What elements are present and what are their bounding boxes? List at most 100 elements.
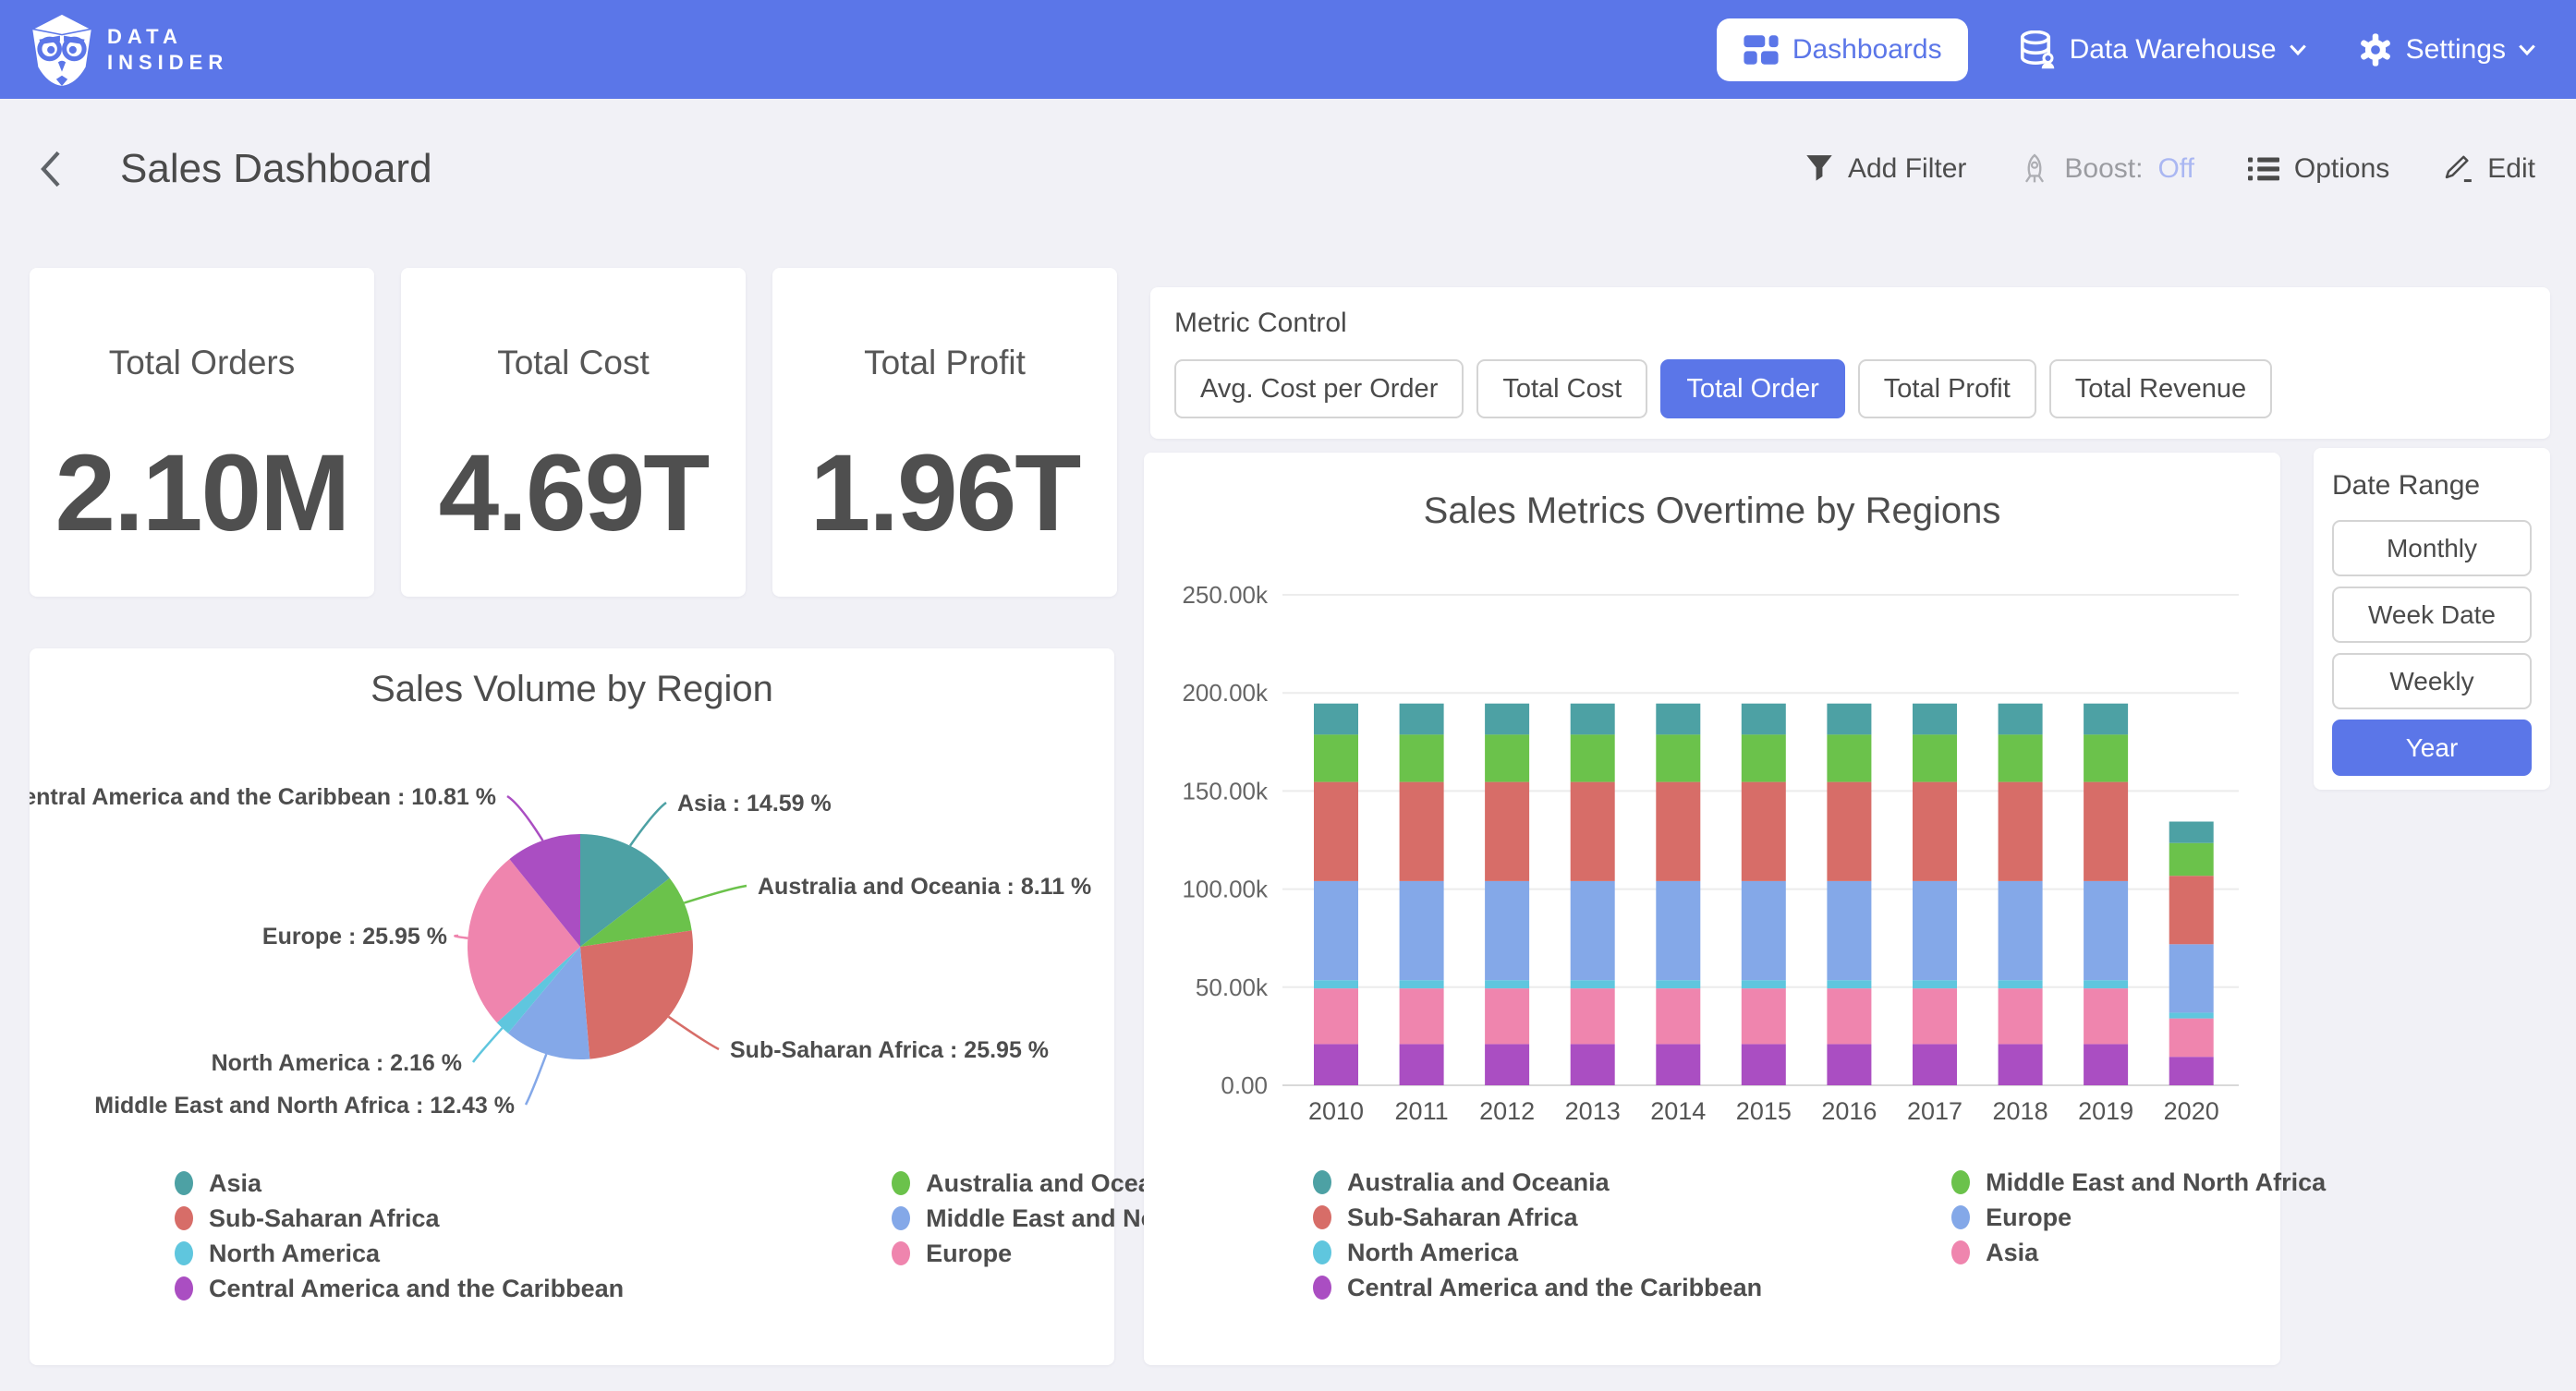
- date-range-label: Date Range: [2332, 470, 2532, 502]
- add-filter-button[interactable]: Add Filter: [1805, 153, 1966, 185]
- legend-column: Australia and Oceania Sub-Saharan AfricaN…: [1313, 1165, 1762, 1305]
- date-range-monthly[interactable]: Monthly: [2332, 520, 2532, 576]
- date-range-buttons: Monthly Week Date Weekly Year: [2332, 520, 2532, 776]
- nav-settings-label: Settings: [2406, 34, 2506, 66]
- date-range-year[interactable]: Year: [2332, 720, 2532, 776]
- legend-item[interactable]: Europe: [1951, 1200, 2326, 1235]
- x-axis-tick: 2015: [1736, 1097, 1792, 1125]
- x-axis-tick: 2012: [1479, 1097, 1535, 1125]
- nav-data-warehouse[interactable]: Data Warehouse: [2020, 30, 2306, 69]
- bar-segment: [2084, 782, 2128, 881]
- bar-segment: [1314, 881, 1358, 980]
- legend-item[interactable]: Middle East and North Africa: [1951, 1165, 2326, 1200]
- legend-dot: [175, 1171, 193, 1195]
- options-label: Options: [2294, 153, 2389, 185]
- metric-button-avg-cost-per-order[interactable]: Avg. Cost per Order: [1174, 359, 1464, 418]
- gear-icon: [2358, 32, 2393, 67]
- bar-segment: [1571, 704, 1615, 735]
- nav-dashboards[interactable]: Dashboards: [1717, 18, 1968, 81]
- x-axis-tick: 2019: [2078, 1097, 2133, 1125]
- legend-dot: [175, 1241, 193, 1265]
- pie-label-line: [684, 886, 747, 903]
- metric-button-total-profit[interactable]: Total Profit: [1858, 359, 2036, 418]
- bar-segment: [1656, 881, 1700, 980]
- app-logo[interactable]: DATA INSIDER: [31, 13, 228, 87]
- legend-dot: [1313, 1240, 1331, 1264]
- legend-item[interactable]: North America: [175, 1236, 624, 1271]
- pie-slice-label: North America : 2.16 %: [212, 1050, 462, 1076]
- legend-dot: [892, 1171, 910, 1195]
- x-axis-tick: 2013: [1565, 1097, 1621, 1125]
- boost-label: Boost:: [2064, 153, 2143, 185]
- legend-dot: [892, 1206, 910, 1230]
- bar-segment: [1400, 782, 1444, 881]
- legend-label: Central America and the Caribbean: [1347, 1274, 1762, 1302]
- legend-label: Australia and Oceania: [1347, 1168, 1610, 1197]
- date-range-week-date[interactable]: Week Date: [2332, 587, 2532, 643]
- bar-segment: [1913, 988, 1957, 1044]
- bar-segment: [1485, 988, 1529, 1044]
- y-axis-tick: 50.00k: [1196, 974, 1269, 1001]
- bar-chart: 0.0050.00k100.00k150.00k200.00k250.00k20…: [1144, 453, 2280, 1141]
- legend-item[interactable]: Asia: [1951, 1235, 2326, 1270]
- metric-button-total-cost[interactable]: Total Cost: [1476, 359, 1647, 418]
- pie-slice-label: Middle East and North Africa : 12.43 %: [94, 1093, 515, 1119]
- bar-segment: [2169, 1057, 2214, 1085]
- edit-label: Edit: [2487, 153, 2535, 185]
- bar-segment: [1571, 1044, 1615, 1085]
- legend-dot: [1951, 1205, 1970, 1229]
- bar-segment: [1999, 881, 2043, 980]
- options-list-icon: [2248, 156, 2279, 182]
- legend-item[interactable]: Asia: [175, 1166, 624, 1201]
- back-button[interactable]: [37, 150, 65, 188]
- bar-segment: [1913, 881, 1957, 980]
- legend-item[interactable]: North America: [1313, 1235, 1762, 1270]
- bar-segment: [1913, 1044, 1957, 1085]
- legend-item[interactable]: Australia and Oceania: [1313, 1165, 1762, 1200]
- bar-segment: [1827, 980, 1871, 988]
- legend-item[interactable]: Sub-Saharan Africa: [175, 1201, 624, 1236]
- bar-segment: [1571, 988, 1615, 1044]
- bar-segment: [1827, 1044, 1871, 1085]
- bar-segment: [1742, 881, 1786, 980]
- kpi-label: Total Cost: [401, 344, 746, 382]
- metric-control-buttons: Avg. Cost per Order Total Cost Total Ord…: [1174, 359, 2526, 418]
- bar-segment: [2169, 876, 2214, 944]
- kpi-value: 1.96T: [772, 430, 1117, 556]
- metric-button-total-order[interactable]: Total Order: [1660, 359, 1844, 418]
- bar-segment: [1742, 1044, 1786, 1085]
- bar-segment: [1571, 980, 1615, 988]
- bar-segment: [2169, 822, 2214, 843]
- legend-item[interactable]: Sub-Saharan Africa: [1313, 1200, 1762, 1235]
- edit-button[interactable]: Edit: [2443, 153, 2535, 185]
- legend-item[interactable]: Central America and the Caribbean: [175, 1271, 624, 1306]
- legend-column: AsiaSub-Saharan AfricaNorth AmericaCentr…: [175, 1166, 624, 1306]
- bar-segment: [1999, 1044, 2043, 1085]
- boost-toggle[interactable]: Boost: Off: [2020, 152, 2194, 186]
- bar-segment: [2084, 988, 2128, 1044]
- bar-segment: [2084, 980, 2128, 988]
- nav-settings[interactable]: Settings: [2358, 32, 2535, 67]
- legend-item[interactable]: Central America and the Caribbean: [1313, 1270, 1762, 1305]
- bar-segment: [1999, 782, 2043, 881]
- legend-dot: [1313, 1170, 1331, 1194]
- page-header: Sales Dashboard Add Filter Boost: Off: [0, 99, 2576, 238]
- bar-segment: [1999, 734, 2043, 781]
- metric-control-label: Metric Control: [1174, 308, 2526, 339]
- x-axis-tick: 2011: [1395, 1097, 1449, 1125]
- app-name: DATA INSIDER: [107, 24, 228, 76]
- legend-dot: [175, 1206, 193, 1230]
- x-axis-tick: 2018: [1993, 1097, 2048, 1125]
- pie-slice-label: Sub-Saharan Africa : 25.95 %: [730, 1037, 1049, 1063]
- bar-segment: [1742, 734, 1786, 781]
- pie-slice-label: Asia : 14.59 %: [677, 791, 832, 816]
- bar-segment: [2084, 1044, 2128, 1085]
- metric-button-total-revenue[interactable]: Total Revenue: [2049, 359, 2272, 418]
- legend-dot: [1951, 1240, 1970, 1264]
- pie-label-line: [669, 1017, 719, 1049]
- bar-segment: [1400, 734, 1444, 781]
- date-range-weekly[interactable]: Weekly: [2332, 653, 2532, 709]
- options-button[interactable]: Options: [2248, 153, 2389, 185]
- pie-slice-label: Australia and Oceania : 8.11 %: [758, 874, 1091, 900]
- top-navbar: DATA INSIDER Dashboards: [0, 0, 2576, 99]
